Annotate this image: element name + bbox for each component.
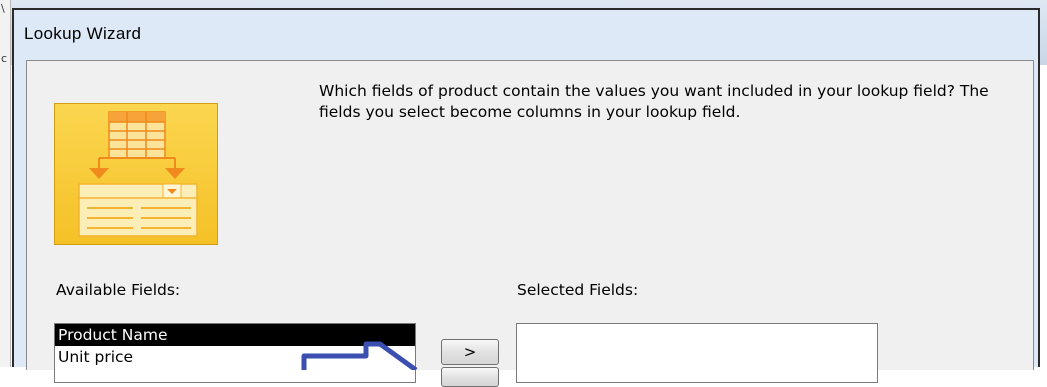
dialog-client-area: Which fields of product contain the valu… [26,60,1034,387]
table-lookup-icon [78,111,198,237]
background-glyph: c [1,52,8,65]
lookup-wizard-dialog: Lookup Wizard Which fields of product co… [12,8,1040,387]
selected-fields-label: Selected Fields: [517,281,639,299]
add-field-button[interactable]: > [441,339,499,365]
available-fields-label: Available Fields: [56,281,181,299]
background-glyph: \ [1,2,5,15]
add-all-fields-button[interactable] [441,367,499,387]
selected-fields-list[interactable] [516,323,878,383]
wizard-instruction-text: Which fields of product contain the valu… [319,82,989,121]
blue-arrow-annotation [301,341,418,370]
lookup-wizard-illustration [54,103,218,245]
background-app-edge: \ c [0,0,11,367]
dialog-title: Lookup Wizard [24,24,142,43]
